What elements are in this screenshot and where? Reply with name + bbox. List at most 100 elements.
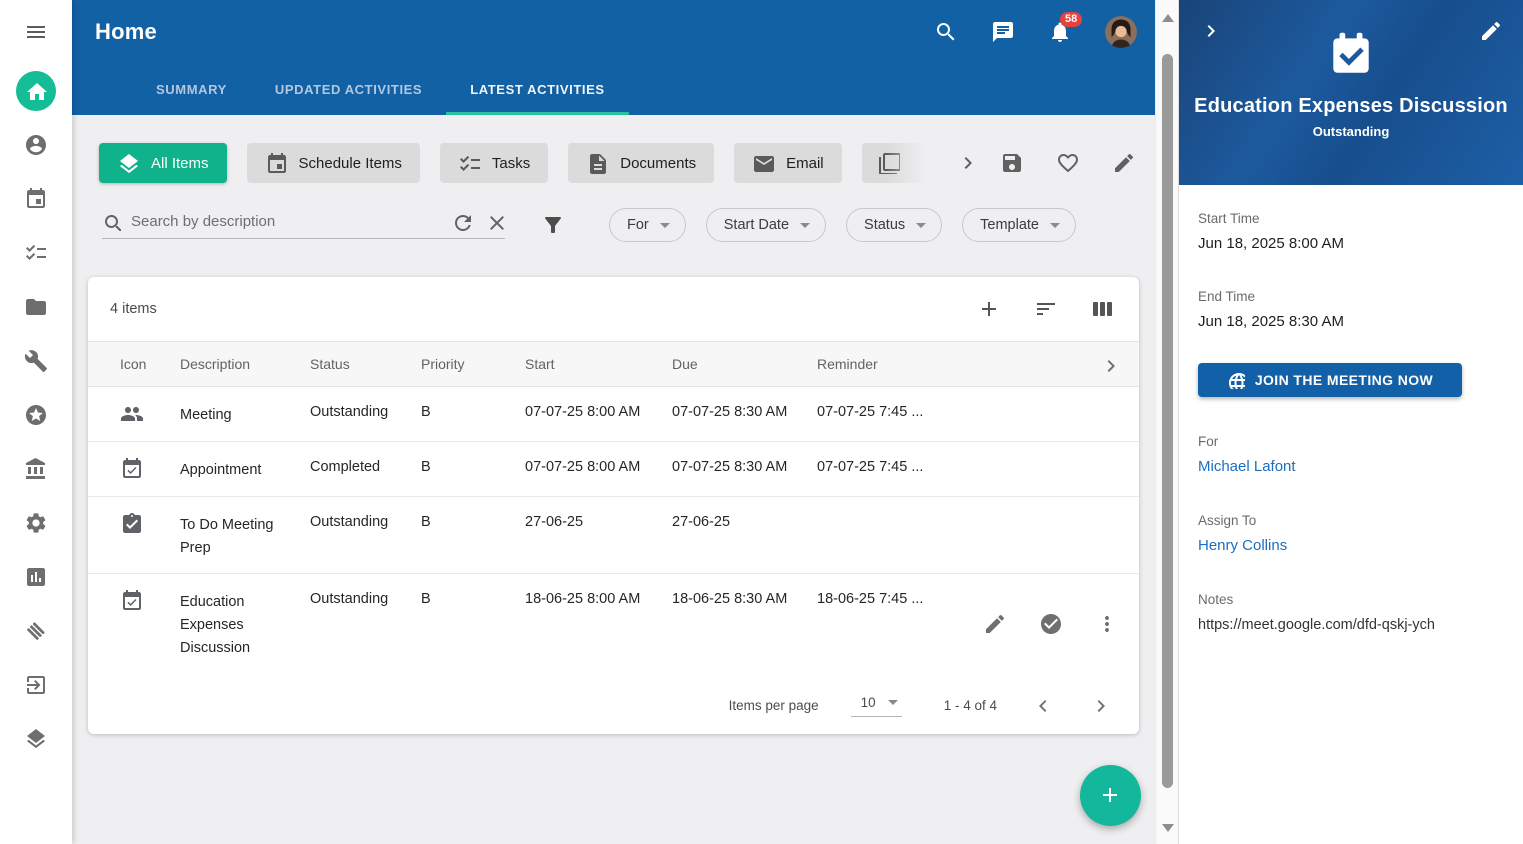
bank-icon	[24, 457, 48, 481]
hamburger-menu-button[interactable]	[0, 0, 72, 64]
refresh-button[interactable]	[437, 211, 471, 231]
cell-due: 27-06-25	[672, 514, 817, 530]
scroll-up-button[interactable]	[1156, 8, 1179, 28]
chip-scroll-right-button[interactable]	[956, 151, 980, 175]
notifications-button[interactable]: 58	[1048, 20, 1072, 44]
chevron-right-icon	[1199, 19, 1223, 43]
edit-activity-button[interactable]	[1479, 19, 1503, 43]
funnel-icon	[541, 213, 565, 237]
tab-summary[interactable]: SUMMARY	[132, 67, 251, 115]
chip-label: Email	[786, 155, 824, 172]
col-description: Description	[180, 356, 310, 372]
scroll-down-button[interactable]	[1156, 818, 1179, 838]
page-size-select[interactable]: 10	[851, 695, 902, 717]
add-fab[interactable]	[1080, 765, 1141, 826]
filter-status[interactable]: Status	[846, 208, 942, 242]
chevron-down-icon	[660, 223, 670, 228]
filter-template[interactable]: Template	[962, 208, 1076, 242]
notes-value: https://meet.google.com/dfd-qskj-ych	[1198, 617, 1503, 633]
sidebar-item-favorites[interactable]	[0, 388, 72, 442]
sidebar-item-tasks[interactable]	[0, 226, 72, 280]
cell-start: 07-07-25 8:00 AM	[525, 459, 672, 475]
copy-icon	[878, 152, 900, 174]
content-area: All Items Schedule Items Tasks Documents…	[72, 115, 1155, 844]
sidebar-item-categories[interactable]	[0, 712, 72, 766]
join-meeting-button[interactable]: JOIN THE MEETING NOW	[1198, 363, 1462, 397]
complete-row-button[interactable]	[1039, 612, 1063, 636]
next-page-button[interactable]	[1089, 694, 1113, 718]
assign-to-label: Assign To	[1198, 513, 1503, 528]
home-icon	[25, 80, 47, 102]
col-reminder: Reminder	[817, 356, 1091, 372]
chip-tasks[interactable]: Tasks	[440, 143, 548, 183]
scrollbar-thumb[interactable]	[1162, 54, 1173, 788]
sidebar-item-exit[interactable]	[0, 658, 72, 712]
sort-button[interactable]	[1034, 297, 1058, 321]
table-row-selected[interactable]: Education Expenses Discussion Outstandin…	[88, 574, 1139, 677]
sidebar-item-calendar[interactable]	[0, 172, 72, 226]
filter-for[interactable]: For	[609, 208, 686, 242]
envelope-icon	[752, 152, 774, 174]
filter-button[interactable]	[541, 213, 565, 237]
avatar[interactable]	[1105, 16, 1137, 48]
chip-email[interactable]: Email	[734, 143, 842, 183]
cell-status: Outstanding	[310, 514, 421, 530]
sidebar-item-reports[interactable]	[0, 550, 72, 604]
chip-schedule-items[interactable]: Schedule Items	[247, 143, 420, 183]
sidebar-item-settings[interactable]	[0, 496, 72, 550]
sidebar-item-home[interactable]	[0, 64, 72, 118]
sidebar-item-tools[interactable]	[0, 334, 72, 388]
for-label: For	[1198, 434, 1503, 449]
app-header: Home 58	[72, 0, 1155, 115]
search-button[interactable]	[934, 20, 958, 44]
save-view-button[interactable]	[1000, 151, 1024, 175]
assign-to-link[interactable]: Henry Collins	[1198, 537, 1287, 554]
filter-start-date[interactable]: Start Date	[706, 208, 826, 242]
favorite-button[interactable]	[1056, 151, 1080, 175]
cell-description: To Do Meeting Prep	[180, 514, 284, 560]
cell-description: Education Expenses Discussion	[180, 591, 284, 660]
tab-updated-activities[interactable]: UPDATED ACTIVITIES	[251, 67, 446, 115]
prev-page-button[interactable]	[1031, 694, 1055, 718]
table-row[interactable]: Appointment Completed B 07-07-25 8:00 AM…	[88, 442, 1139, 497]
chat-button[interactable]	[991, 20, 1015, 44]
collapse-panel-button[interactable]	[1199, 19, 1223, 43]
cell-priority: B	[421, 591, 525, 607]
chevron-down-icon	[800, 223, 810, 228]
heart-icon	[1056, 151, 1080, 175]
search-input[interactable]	[131, 213, 437, 230]
detail-panel-body: Start Time Jun 18, 2025 8:00 AM End Time…	[1179, 185, 1523, 633]
tab-latest-activities[interactable]: LATEST ACTIVITIES	[446, 67, 628, 115]
chip-label: Tasks	[492, 155, 530, 172]
cell-status: Outstanding	[310, 404, 421, 420]
join-meeting-label: JOIN THE MEETING NOW	[1255, 372, 1433, 388]
close-icon	[485, 211, 505, 231]
chevron-right-icon	[1099, 354, 1119, 374]
search-icon	[102, 212, 121, 231]
table-row[interactable]: To Do Meeting Prep Outstanding B 27-06-2…	[88, 497, 1139, 574]
columns-scroll-right-button[interactable]	[1099, 354, 1119, 374]
chip-partial[interactable]	[862, 143, 932, 183]
chip-label: All Items	[151, 155, 209, 172]
avatar-image	[1105, 16, 1137, 48]
sidebar-item-contacts[interactable]	[0, 118, 72, 172]
chip-all-items[interactable]: All Items	[99, 143, 227, 183]
row-more-button[interactable]	[1095, 612, 1119, 636]
add-item-button[interactable]	[977, 297, 1001, 321]
chat-icon	[991, 20, 1015, 44]
sidebar-item-deals[interactable]	[0, 604, 72, 658]
chip-documents[interactable]: Documents	[568, 143, 714, 183]
cell-priority: B	[421, 404, 525, 420]
sidebar-item-company[interactable]	[0, 442, 72, 496]
for-contact-link[interactable]: Michael Lafont	[1198, 458, 1296, 475]
table-header-row: Icon Description Status Priority Start D…	[88, 341, 1139, 387]
table-row[interactable]: Meeting Outstanding B 07-07-25 8:00 AM 0…	[88, 387, 1139, 442]
diagonal-layers-icon	[24, 619, 48, 643]
chip-overflow-wrap	[862, 143, 932, 183]
edit-row-button[interactable]	[983, 612, 1007, 636]
columns-button[interactable]	[1091, 297, 1115, 321]
clear-search-button[interactable]	[471, 211, 505, 231]
sidebar-item-documents[interactable]	[0, 280, 72, 334]
cell-priority: B	[421, 514, 525, 530]
edit-view-button[interactable]	[1112, 151, 1136, 175]
